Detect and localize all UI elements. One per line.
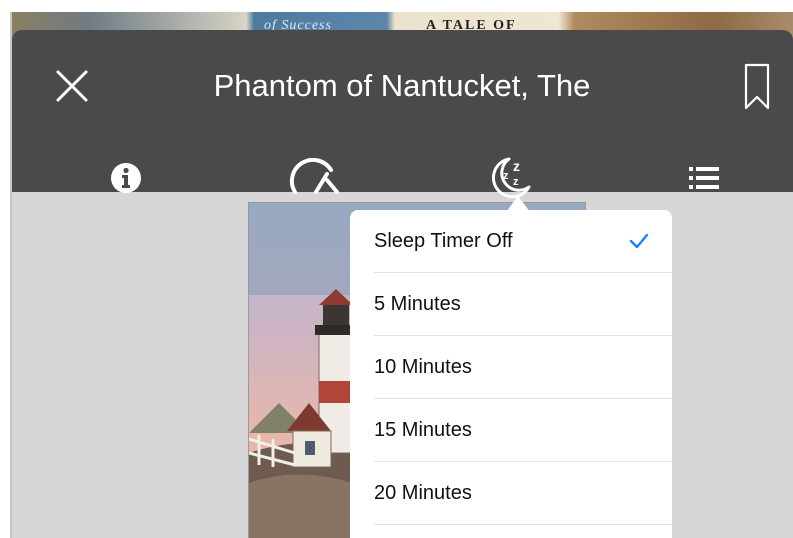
sleep-timer-option-20[interactable]: 20 Minutes (350, 462, 672, 525)
menu-item-label: 5 Minutes (374, 293, 461, 315)
svg-text:z: z (503, 170, 509, 182)
sleep-timer-option-off[interactable]: Sleep Timer Off (350, 210, 672, 273)
tab-info[interactable] (96, 152, 156, 204)
sleep-timer-menu: Sleep Timer Off 5 Minutes 10 Minutes 15 … (350, 210, 672, 538)
book-title: Phantom of Nantucket, The (213, 68, 591, 103)
menu-item-label: 15 Minutes (374, 419, 472, 441)
menu-item-label: 10 Minutes (374, 356, 472, 378)
sleep-timer-option-15[interactable]: 15 Minutes (350, 399, 672, 462)
player-header: Phantom of Nantucket, The z z z (12, 30, 793, 199)
checkmark-icon (629, 233, 649, 249)
list-icon (689, 167, 719, 189)
app-frame: of Success A TALE OF Phantom of Nantucke… (12, 12, 793, 538)
svg-text:z: z (513, 176, 519, 188)
close-button[interactable] (52, 66, 92, 106)
speedometer-icon (289, 158, 339, 194)
tab-chapters[interactable] (674, 152, 734, 204)
info-icon (111, 163, 141, 193)
menu-item-label: Sleep Timer Off (374, 230, 513, 252)
close-icon (56, 70, 88, 102)
bookmark-button[interactable] (739, 62, 775, 112)
sleep-timer-option-10[interactable]: 10 Minutes (350, 336, 672, 399)
bookmark-icon (744, 63, 770, 110)
menu-separator (374, 524, 672, 525)
menu-item-label: 20 Minutes (374, 482, 472, 504)
svg-text:z: z (513, 158, 520, 174)
sleep-timer-option-5[interactable]: 5 Minutes (350, 273, 672, 336)
tab-playback-speed[interactable] (286, 152, 346, 204)
